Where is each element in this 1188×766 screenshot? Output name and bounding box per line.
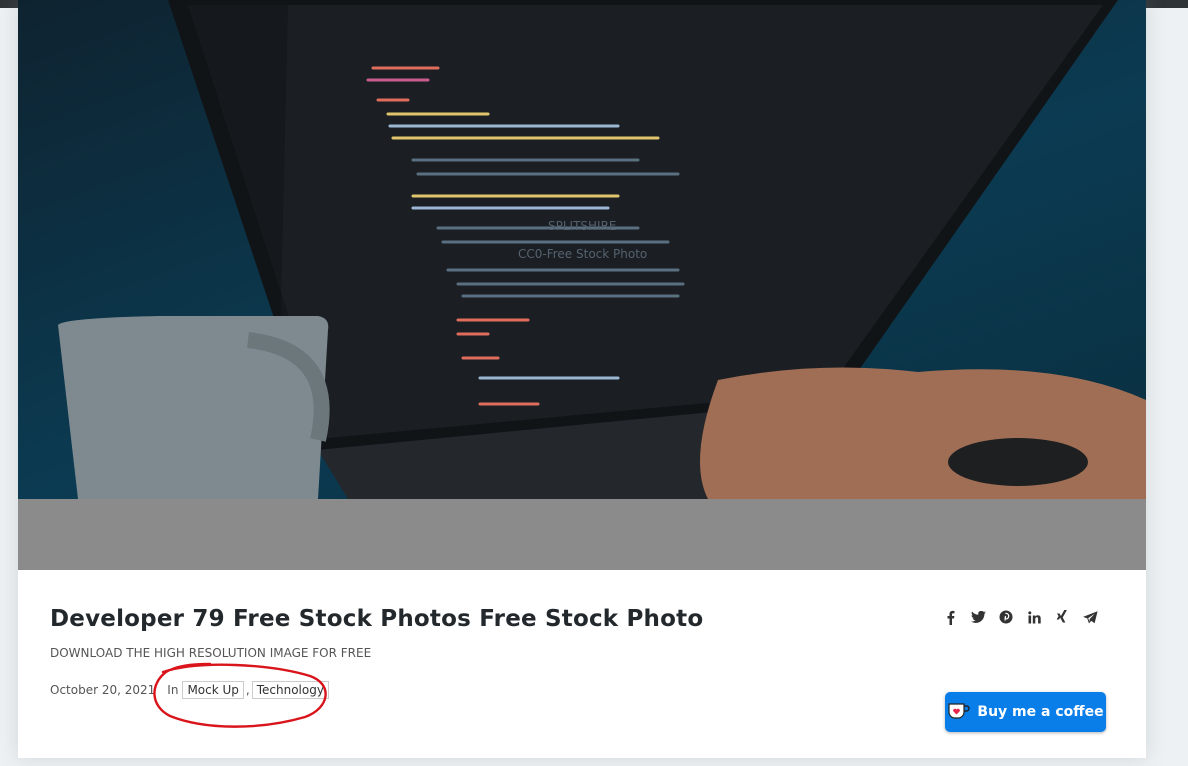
tag-mock-up[interactable]: Mock Up (182, 681, 244, 699)
post-date: October 20, 2021 (50, 683, 156, 697)
twitter-icon[interactable] (970, 609, 986, 625)
post-card: SPLITSHIRE CC0-Free Stock Photo Develope… (18, 0, 1146, 758)
post-title: Developer 79 Free Stock Photos Free Stoc… (50, 606, 704, 632)
post-subtitle: DOWNLOAD THE HIGH RESOLUTION IMAGE FOR F… (50, 646, 372, 660)
laptop-illustration: SPLITSHIRE CC0-Free Stock Photo (58, 0, 1146, 499)
telegram-icon[interactable] (1082, 609, 1098, 625)
buy-me-a-coffee-button[interactable]: Buy me a coffee (945, 692, 1106, 732)
share-icons (942, 609, 1098, 625)
post-meta: October 20, 2021 In Mock Up , Technology (50, 681, 329, 699)
watermark-brand: SPLITSHIRE (548, 219, 617, 233)
featured-image[interactable]: SPLITSHIRE CC0-Free Stock Photo (18, 0, 1146, 570)
tag-technology[interactable]: Technology (251, 681, 329, 699)
laptop-photo: SPLITSHIRE CC0-Free Stock Photo (18, 0, 1146, 499)
tag-separator: , (245, 683, 250, 697)
pinterest-icon[interactable] (998, 609, 1014, 625)
linkedin-icon[interactable] (1026, 609, 1042, 625)
coffee-cup-icon (947, 701, 971, 723)
in-label: In (167, 683, 179, 697)
watermark-text: CC0-Free Stock Photo (518, 247, 647, 261)
coffee-button-label: Buy me a coffee (977, 704, 1104, 720)
xing-icon[interactable] (1054, 609, 1070, 625)
facebook-icon[interactable] (942, 609, 958, 625)
